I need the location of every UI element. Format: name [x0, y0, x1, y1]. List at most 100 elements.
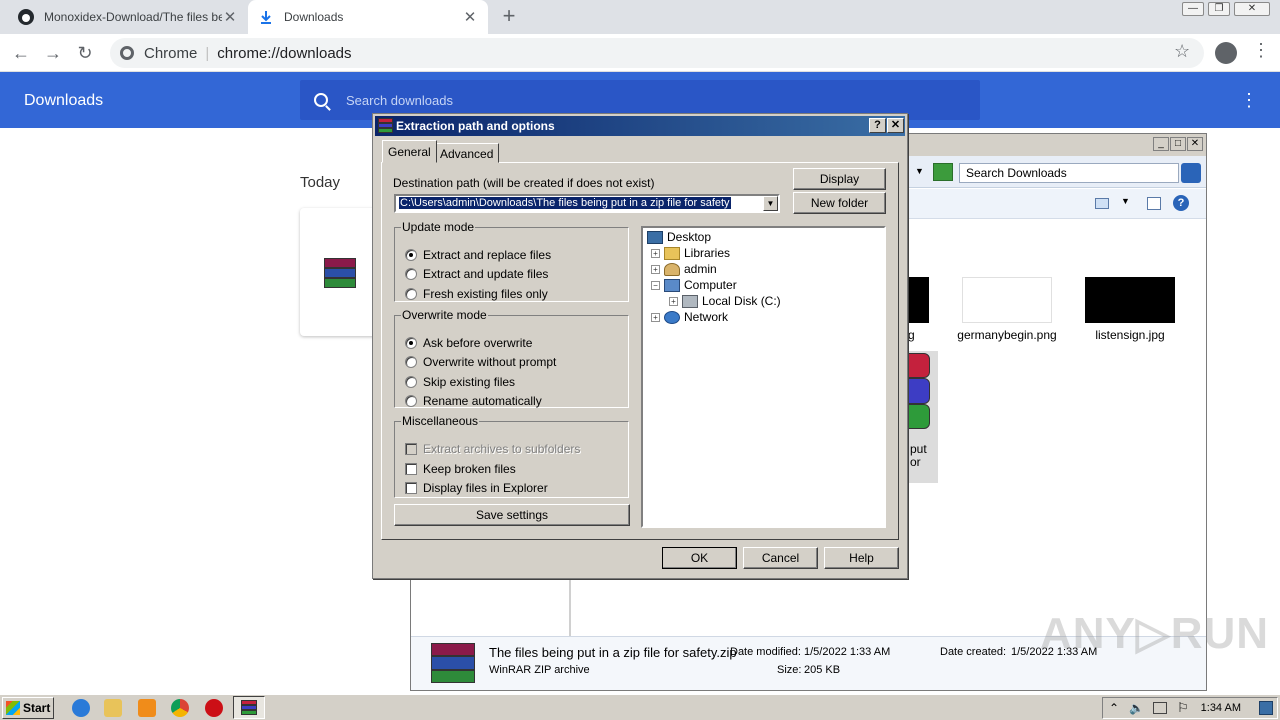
collapse-icon[interactable]: −: [651, 280, 660, 290]
opera-icon[interactable]: [205, 699, 223, 717]
radio-button[interactable]: [405, 337, 417, 349]
cancel-button[interactable]: Cancel: [743, 547, 818, 569]
radio-extract-update[interactable]: Extract and update files: [405, 267, 548, 281]
show-desktop-icon[interactable]: [1259, 701, 1273, 715]
media-player-icon[interactable]: [138, 699, 156, 717]
expand-icon[interactable]: +: [651, 312, 660, 322]
tree-label: Desktop: [667, 230, 712, 244]
clock[interactable]: 1:34 AM: [1201, 702, 1241, 714]
tab-advanced[interactable]: Advanced: [434, 143, 500, 163]
radio-button[interactable]: [405, 376, 417, 388]
radio-button[interactable]: [405, 288, 417, 300]
file-thumbnail-germanybegin[interactable]: germanybegin.png: [947, 277, 1067, 342]
restore-button[interactable]: ❐: [1208, 2, 1230, 16]
context-help-button[interactable]: ?: [869, 118, 886, 133]
network-status-icon[interactable]: [1153, 702, 1167, 714]
tree-node-admin[interactable]: + admin: [651, 262, 717, 276]
refresh-icon[interactable]: [933, 163, 953, 181]
tree-node-desktop[interactable]: Desktop: [647, 230, 711, 244]
bookmark-star-icon[interactable]: ☆: [1174, 41, 1190, 62]
destination-path-combo[interactable]: C:\Users\admin\Downloads\The files being…: [394, 194, 780, 213]
start-label: Start: [23, 701, 51, 715]
checkbox[interactable]: [405, 482, 417, 494]
radio-ask-before[interactable]: Ask before overwrite: [405, 336, 532, 350]
help-button[interactable]: Help: [824, 547, 899, 569]
destination-path-value: C:\Users\admin\Downloads\The files being…: [399, 197, 731, 209]
browser-menu-icon[interactable]: ⋮: [1252, 40, 1270, 61]
file-explorer-icon[interactable]: [104, 699, 122, 717]
help-icon[interactable]: ?: [1173, 195, 1189, 211]
radio-skip-existing[interactable]: Skip existing files: [405, 375, 515, 389]
reload-icon[interactable]: ↻: [72, 40, 98, 66]
forward-arrow-icon[interactable]: →: [40, 40, 66, 66]
tree-node-network[interactable]: + Network: [651, 310, 728, 324]
radio-button[interactable]: [405, 356, 417, 368]
tree-node-computer[interactable]: − Computer: [651, 278, 737, 292]
chevron-down-icon[interactable]: ▼: [1121, 196, 1130, 206]
radio-button[interactable]: [405, 249, 417, 261]
folder-tree[interactable]: Desktop + Libraries + admin − Computer +…: [641, 226, 886, 528]
action-center-flag-icon[interactable]: ⚐: [1177, 700, 1189, 716]
dialog-close-button[interactable]: ✕: [887, 118, 904, 133]
file-thumbnail-listensign[interactable]: listensign.jpg: [1070, 277, 1190, 342]
display-button[interactable]: Display: [793, 168, 886, 190]
tree-label: Computer: [684, 278, 737, 292]
expand-icon[interactable]: +: [651, 264, 660, 274]
tree-node-local-disk[interactable]: + Local Disk (C:): [669, 294, 781, 308]
tree-label: Network: [684, 310, 729, 324]
selected-archive-item[interactable]: put or: [908, 351, 938, 483]
checkbox-keep-broken[interactable]: Keep broken files: [405, 462, 516, 476]
checkbox-label: Display files in Explorer: [423, 481, 548, 495]
radio-rename-auto[interactable]: Rename automatically: [405, 394, 542, 408]
ok-button[interactable]: OK: [662, 547, 737, 569]
history-dropdown-icon[interactable]: ▼: [915, 166, 924, 176]
checkbox-display-explorer[interactable]: Display files in Explorer: [405, 481, 548, 495]
tab-close-icon[interactable]: ✕: [462, 8, 478, 26]
save-settings-button[interactable]: Save settings: [394, 504, 630, 526]
close-window-button[interactable]: ✕: [1234, 2, 1270, 16]
chrome-taskbar-icon[interactable]: [171, 699, 189, 717]
show-hidden-icons-icon[interactable]: ⌃: [1109, 701, 1119, 715]
back-arrow-icon[interactable]: ←: [8, 40, 34, 66]
explorer-close-button[interactable]: ✕: [1187, 137, 1203, 151]
tab-github[interactable]: Monoxidex-Download/The files being ✕: [8, 0, 248, 34]
explorer-minimize-button[interactable]: _: [1153, 137, 1169, 151]
radio-button[interactable]: [405, 395, 417, 407]
preview-pane-icon[interactable]: [1147, 197, 1161, 210]
update-mode-group: Update mode Extract and replace files Ex…: [394, 220, 629, 302]
thumbnail-partial[interactable]: [908, 277, 929, 323]
winrar-icon: [241, 700, 257, 715]
explorer-search-input[interactable]: Search Downloads: [959, 163, 1179, 183]
image-preview: [1085, 277, 1175, 323]
new-folder-button[interactable]: New folder: [793, 192, 886, 214]
minimize-button[interactable]: —: [1182, 2, 1204, 16]
profile-avatar-icon[interactable]: [1215, 42, 1237, 64]
tab-close-icon[interactable]: ✕: [222, 8, 238, 26]
new-tab-button[interactable]: +: [496, 4, 522, 30]
radio-extract-replace[interactable]: Extract and replace files: [405, 248, 551, 262]
start-button[interactable]: Start: [2, 697, 54, 719]
group-legend: Miscellaneous: [402, 414, 479, 428]
internet-explorer-icon[interactable]: [72, 699, 90, 717]
winrar-taskbar-button[interactable]: [233, 696, 265, 719]
expand-icon[interactable]: +: [651, 248, 660, 258]
winrar-icon: [378, 118, 393, 133]
chevron-down-icon[interactable]: ▼: [763, 196, 778, 211]
tab-downloads[interactable]: Downloads ✕: [248, 0, 488, 34]
volume-icon[interactable]: 🔈: [1129, 701, 1144, 715]
selected-item-caption: put or: [910, 443, 927, 469]
address-bar[interactable]: Chrome | chrome://downloads: [110, 38, 1204, 68]
details-file-name: The files being put in a zip file for sa…: [489, 645, 737, 660]
radio-button[interactable]: [405, 268, 417, 280]
tree-node-libraries[interactable]: + Libraries: [651, 246, 730, 260]
expand-icon[interactable]: +: [669, 296, 678, 306]
radio-fresh-existing[interactable]: Fresh existing files only: [405, 287, 548, 301]
radio-overwrite-without-prompt[interactable]: Overwrite without prompt: [405, 355, 556, 369]
search-icon[interactable]: [1181, 163, 1201, 183]
view-options-icon[interactable]: [1095, 198, 1109, 209]
explorer-maximize-button[interactable]: □: [1170, 137, 1186, 151]
checkbox[interactable]: [405, 463, 417, 475]
tab-general[interactable]: General: [382, 140, 437, 163]
downloads-menu-icon[interactable]: ⋮: [1240, 90, 1258, 111]
caption-line: or: [910, 455, 921, 469]
